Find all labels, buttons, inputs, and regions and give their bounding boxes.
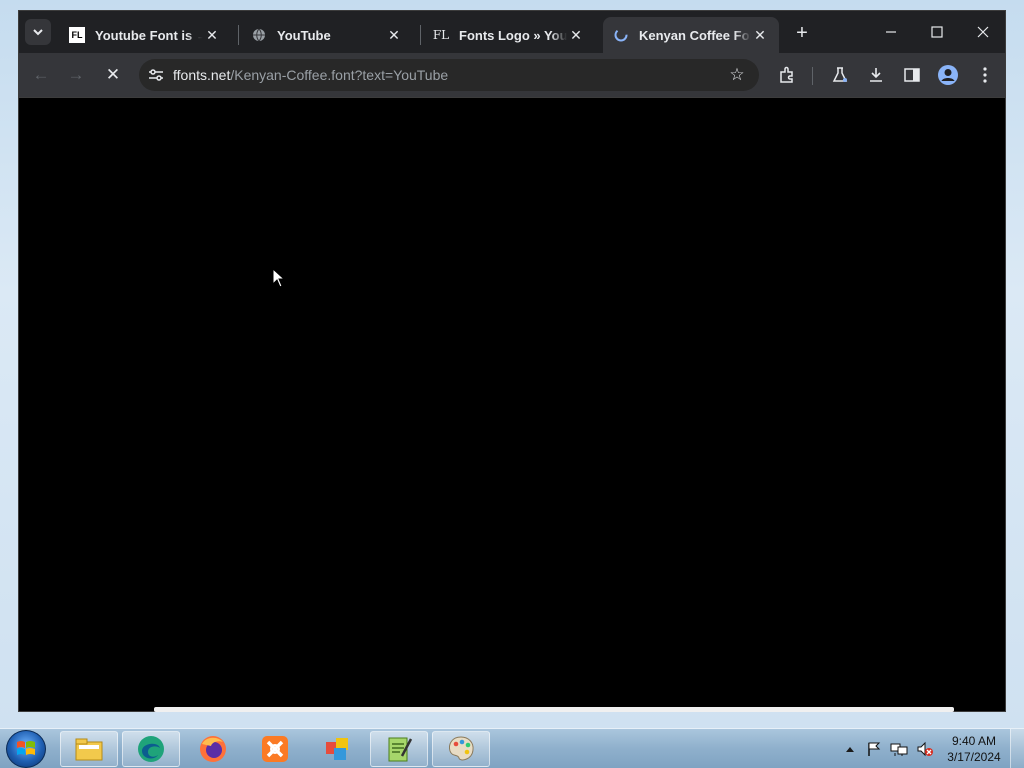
taskbar-xampp[interactable]: [246, 731, 304, 767]
office-icon: [326, 738, 348, 760]
window-close-button[interactable]: [963, 19, 1003, 45]
tab-search-button[interactable]: [25, 19, 51, 45]
tab-separator: [420, 25, 421, 45]
menu-kebab-icon[interactable]: [973, 63, 997, 87]
profile-avatar-icon[interactable]: [936, 63, 960, 87]
mouse-cursor-icon: [272, 268, 286, 288]
new-tab-button[interactable]: +: [791, 22, 813, 44]
tab-title: Kenyan Coffee Font: [639, 27, 751, 43]
tab-kenyan-coffee-font[interactable]: Kenyan Coffee Font ✕: [603, 17, 779, 53]
toolbar-divider: [812, 67, 813, 85]
url-host: ffonts.net: [173, 67, 231, 83]
minimize-icon: [886, 31, 896, 33]
firefox-icon: [200, 736, 226, 762]
browser-window: FL Youtube Font is → Tr ✕ YouTube ✕ FL F…: [18, 10, 1006, 712]
loading-spinner-icon: [613, 27, 629, 43]
tab-youtube[interactable]: YouTube ✕: [241, 17, 413, 53]
extensions-icon[interactable]: [775, 63, 799, 87]
system-clock[interactable]: 9:40 AM 3/17/2024: [942, 733, 1006, 765]
network-icon[interactable]: [888, 739, 910, 759]
close-icon[interactable]: ✕: [567, 26, 585, 44]
taskbar-notepad-plus[interactable]: [370, 731, 428, 767]
maximize-icon: [931, 26, 943, 38]
tab-strip: FL Youtube Font is → Tr ✕ YouTube ✕ FL F…: [19, 11, 1005, 53]
maximize-button[interactable]: [917, 19, 957, 45]
folder-icon: [75, 738, 103, 761]
address-bar[interactable]: ffonts.net/Kenyan-Coffee.font?text=YouTu…: [139, 59, 759, 91]
taskbar-office[interactable]: [308, 731, 366, 767]
paint-palette-icon: [449, 736, 474, 761]
close-icon[interactable]: ✕: [203, 26, 221, 44]
edge-browser-icon: [138, 736, 164, 762]
globe-icon: [251, 27, 267, 43]
chevron-down-icon: [33, 29, 43, 36]
side-panel-icon[interactable]: [900, 63, 924, 87]
volume-muted-icon[interactable]: [914, 739, 936, 759]
show-hidden-icons-button[interactable]: [842, 739, 858, 759]
labs-flask-icon[interactable]: [828, 63, 852, 87]
tab-fonts-logo[interactable]: FL Fonts Logo » Youtub ✕: [423, 17, 595, 53]
horizontal-scrollbar[interactable]: [154, 707, 954, 712]
url-path: /Kenyan-Coffee.font?text=YouTube: [230, 67, 449, 83]
tab-title: Youtube Font is → Tr: [95, 27, 203, 43]
xampp-icon: [262, 736, 288, 762]
bookmark-star-icon[interactable]: ☆: [727, 65, 747, 85]
start-button[interactable]: [6, 730, 46, 768]
tab-separator: [238, 25, 239, 45]
tab-title: YouTube: [277, 27, 331, 43]
taskbar-paint[interactable]: [432, 731, 490, 767]
tab-title: Fonts Logo » Youtub: [459, 27, 567, 43]
clock-time: 9:40 AM: [951, 734, 997, 748]
windows-logo-icon: [17, 741, 35, 755]
notepad-plus-icon: [388, 737, 413, 762]
taskbar-firefox[interactable]: [184, 731, 242, 767]
downloads-icon[interactable]: [864, 63, 888, 87]
fl-favicon-icon: FL: [432, 28, 450, 42]
taskbar: 9:40 AM 3/17/2024: [0, 728, 1024, 768]
show-desktop-button[interactable]: [1010, 729, 1024, 768]
page-viewport[interactable]: [19, 97, 1005, 711]
stop-loading-button[interactable]: ✕: [99, 61, 127, 89]
close-icon[interactable]: ✕: [751, 26, 769, 44]
taskbar-edge[interactable]: [122, 731, 180, 767]
close-icon[interactable]: ✕: [385, 26, 403, 44]
url-text[interactable]: ffonts.net/Kenyan-Coffee.font?text=YouTu…: [173, 67, 448, 83]
browser-toolbar: ← → ✕ ffonts.net/Kenyan-Coffee.font?text…: [19, 53, 1005, 97]
taskbar-file-explorer[interactable]: [60, 731, 118, 767]
chevron-up-icon: [846, 747, 854, 752]
clock-date: 3/17/2024: [947, 750, 1001, 764]
forward-button[interactable]: →: [62, 61, 90, 89]
tab-youtube-font[interactable]: FL Youtube Font is → Tr ✕: [59, 17, 231, 53]
back-button[interactable]: ←: [27, 61, 55, 89]
close-icon: [977, 26, 989, 38]
minimize-button[interactable]: [871, 19, 911, 45]
fl-favicon-icon: FL: [69, 27, 85, 43]
action-center-flag-icon[interactable]: [864, 739, 884, 759]
site-info-icon[interactable]: [139, 59, 173, 91]
